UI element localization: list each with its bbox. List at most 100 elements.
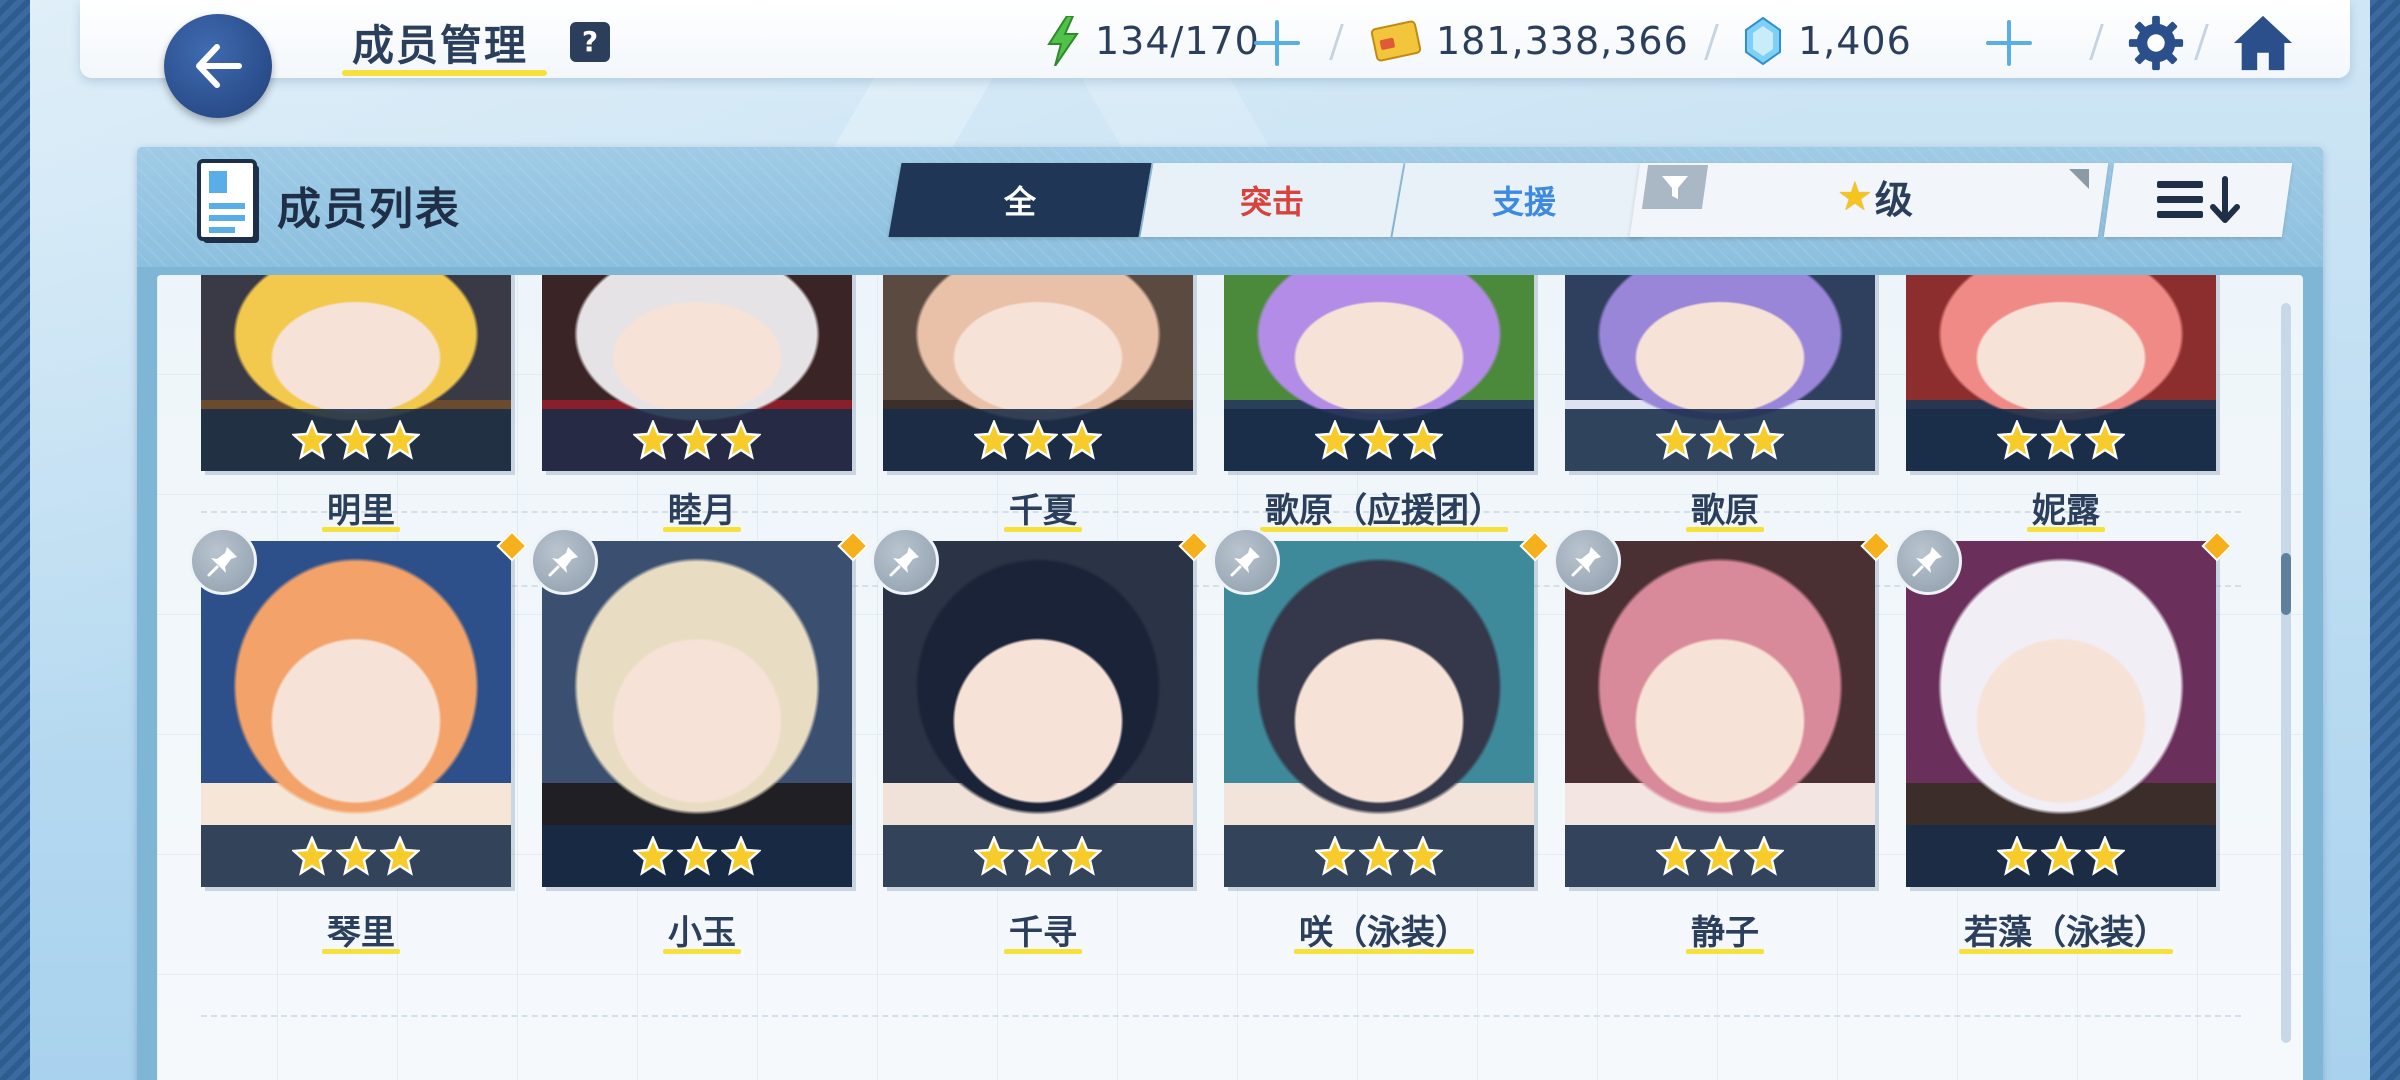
star-icon (1359, 420, 1399, 460)
star-icon (2085, 420, 2125, 460)
star-icon (1656, 836, 1696, 876)
star-icon (633, 420, 673, 460)
tab-all-label: 全 (1003, 183, 1036, 221)
student-portrait (201, 275, 511, 471)
panel-title: 成员列表 (277, 184, 461, 235)
title-underline (342, 70, 547, 76)
pin-icon[interactable] (530, 527, 598, 595)
pin-icon[interactable] (1553, 527, 1621, 595)
student-name: 千寻 (1009, 913, 1077, 953)
help-button[interactable]: ? (570, 22, 610, 62)
student-name: 若藻（泳装） (1964, 913, 2168, 953)
pin-icon[interactable] (189, 527, 257, 595)
student-portrait (1565, 275, 1875, 471)
student-card[interactable]: 若藻（泳装） (1894, 527, 2233, 954)
home-icon[interactable] (2232, 12, 2294, 74)
student-name: 歌原（应援团） (1265, 491, 1503, 531)
ap-display: 134/170 (1045, 14, 1260, 68)
star-rating (1906, 825, 2216, 887)
star-rating (201, 825, 511, 887)
star-icon (2041, 420, 2081, 460)
student-name: 妮露 (2032, 491, 2100, 531)
star-icon (1062, 836, 1102, 876)
student-portrait (883, 275, 1193, 471)
credits-display: 181,338,366 (1370, 14, 1689, 68)
star-rating (883, 825, 1193, 887)
star-icon (1359, 836, 1399, 876)
student-name: 千夏 (1009, 491, 1077, 531)
student-portrait (542, 275, 852, 471)
student-name: 咲（泳装） (1299, 913, 1469, 953)
star-icon (1403, 420, 1443, 460)
star-icon (380, 836, 420, 876)
name-underline (1686, 949, 1764, 954)
separator (1704, 24, 1719, 60)
name-underline (1004, 527, 1082, 532)
scrollbar[interactable] (2281, 303, 2291, 1043)
student-card[interactable]: 千夏 (883, 275, 1195, 535)
star-icon (1018, 420, 1058, 460)
star-icon (1744, 420, 1784, 460)
student-card[interactable]: 歌原 (1565, 275, 1877, 535)
credits-value: 181,338,366 (1436, 19, 1689, 63)
tab-all[interactable]: 全 (888, 163, 1152, 237)
tab-assault[interactable]: 突击 (1140, 163, 1404, 237)
star-icon (677, 836, 717, 876)
student-name: 静子 (1691, 913, 1759, 953)
student-card[interactable]: 静子 (1553, 527, 1892, 954)
star-icon (2085, 836, 2125, 876)
student-card[interactable]: 琴里 (189, 527, 528, 954)
page-title: 成员管理 (352, 21, 529, 70)
tab-support[interactable]: 支援 (1392, 163, 1656, 237)
pin-icon[interactable] (871, 527, 939, 595)
student-card[interactable]: 千寻 (871, 527, 1210, 954)
star-rating (542, 409, 852, 471)
student-card[interactable]: 咲（泳装） (1212, 527, 1551, 954)
name-underline (322, 527, 400, 532)
star-icon (1997, 420, 2037, 460)
student-portrait (1224, 275, 1534, 471)
star-icon: ★ (1837, 173, 1873, 220)
star-icon (1062, 420, 1102, 460)
filter-icon[interactable] (1641, 165, 1709, 209)
name-underline (1686, 527, 1764, 532)
student-card[interactable]: 歌原（应援团） (1224, 275, 1536, 535)
star-icon (1700, 420, 1740, 460)
pin-icon[interactable] (1894, 527, 1962, 595)
star-icon (677, 420, 717, 460)
star-icon (1744, 836, 1784, 876)
arrow-left-icon (196, 44, 242, 88)
star-rating (1224, 825, 1534, 887)
star-icon (1018, 836, 1058, 876)
star-icon (974, 836, 1014, 876)
student-portrait (1906, 541, 2216, 887)
student-card[interactable]: 妮露 (1906, 275, 2218, 535)
star-icon (292, 420, 332, 460)
star-rating (1224, 409, 1534, 471)
add-ap-button[interactable] (1252, 18, 1302, 68)
gear-icon[interactable] (2125, 12, 2187, 74)
pin-icon[interactable] (1212, 527, 1280, 595)
student-portrait (1565, 541, 1875, 887)
star-icon (1700, 836, 1740, 876)
name-underline (663, 527, 741, 532)
gem-icon (1745, 16, 1781, 66)
student-name: 明里 (327, 491, 395, 531)
scrollbar-thumb[interactable] (2281, 553, 2291, 615)
star-rating (1906, 409, 2216, 471)
student-card[interactable]: 明里 (201, 275, 513, 535)
student-card[interactable]: 小玉 (530, 527, 869, 954)
add-gems-button[interactable] (1984, 18, 2034, 68)
star-icon (1315, 836, 1355, 876)
star-icon (974, 420, 1014, 460)
gems-display: 1,406 (1742, 14, 1912, 68)
star-icon (1403, 836, 1443, 876)
member-list-panel: 成员列表 全 突击 支援 ★ 级 明里 睦月 千夏 歌原（应援团） 歌原 妮露 … (137, 147, 2323, 1080)
student-card[interactable]: 睦月 (542, 275, 854, 535)
member-grid[interactable]: 明里 睦月 千夏 歌原（应援团） 歌原 妮露 琴里 小玉 千寻 咲（泳装） 静子 若藻（泳装） (157, 275, 2303, 1080)
separator (2194, 24, 2209, 60)
sort-button[interactable] (2103, 163, 2293, 237)
name-underline (322, 949, 400, 954)
star-icon (1997, 836, 2037, 876)
back-button[interactable] (164, 14, 272, 118)
